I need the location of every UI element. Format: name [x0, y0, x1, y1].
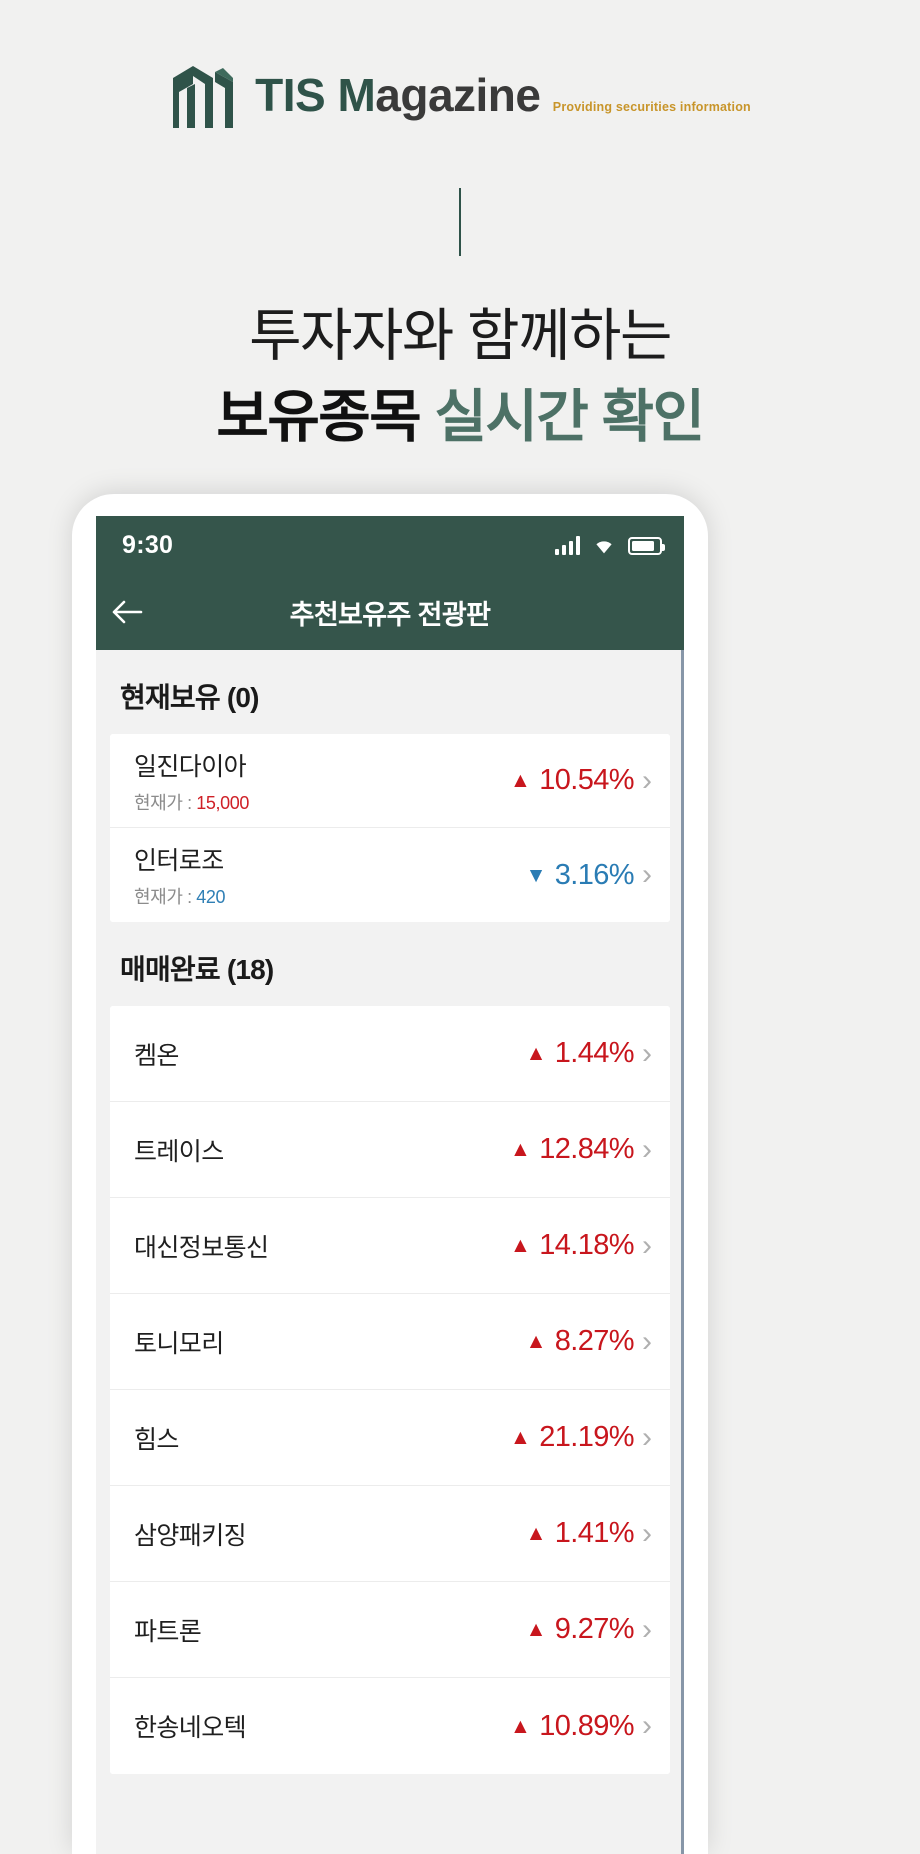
section-title-completed: 매매완료 (18) [120, 954, 274, 985]
hero-headline: 투자자와 함께하는 보유종목 실시간 확인 [0, 300, 920, 454]
status-bar: 9:30 [96, 516, 684, 574]
stock-price-label: 현재가 : [134, 887, 192, 907]
stock-name: 힘스 [134, 1425, 179, 1454]
stock-name: 일진다이아 [134, 752, 247, 781]
stock-name: 대신정보통신 [134, 1233, 269, 1262]
chevron-right-icon[interactable]: › [640, 860, 658, 890]
brand-tagline: Providing securities information [552, 100, 751, 114]
chevron-right-icon[interactable]: › [640, 1614, 658, 1645]
change-percent-value: 1.41% [554, 1517, 635, 1549]
table-row[interactable]: 삼양패키징 ▲ 1.41% › [110, 1486, 670, 1582]
change-percent-value: 10.89% [539, 1709, 634, 1742]
hero-line-2-green: 실시간 확인 [434, 384, 706, 449]
change-percent: ▲ 10.89% [510, 1709, 635, 1743]
tis-building-logo-icon [169, 58, 237, 132]
change-percent: ▲ 8.27% [525, 1325, 635, 1358]
hero-line-2-dark: 보유종목 [216, 384, 421, 449]
section-title-holdings: 현재보유 (0) [120, 682, 259, 713]
brand-name-tis: TIS [255, 69, 326, 121]
brand-name-agazine: agazine [375, 69, 541, 121]
chevron-right-icon[interactable]: › [640, 1134, 658, 1165]
table-row[interactable]: 한송네오텍 ▲ 10.89% › [110, 1678, 670, 1774]
wifi-icon [591, 535, 617, 555]
change-percent-value: 21.19% [539, 1421, 634, 1453]
stock-price-value: 15,000 [196, 792, 249, 813]
stock-price-value: 420 [196, 887, 226, 907]
brand-name-m: M [337, 69, 376, 121]
stock-name: 인터로조 [134, 847, 224, 875]
table-row[interactable]: 대신정보통신 ▲ 14.18% › [110, 1198, 670, 1294]
change-percent-value: 1.44% [554, 1037, 635, 1069]
change-percent-value: 9.27% [554, 1613, 635, 1645]
change-percent: ▲ 1.44% [525, 1037, 635, 1070]
triangle-up-icon: ▲ [525, 1618, 547, 1641]
change-percent-value: 14.18% [539, 1229, 634, 1261]
vertical-divider [459, 188, 461, 256]
stock-name: 파트론 [134, 1617, 202, 1646]
table-row[interactable]: 힘스 ▲ 21.19% › [110, 1390, 670, 1486]
status-icons [554, 535, 665, 555]
stock-price: 현재가 : 15,000 [134, 789, 249, 815]
stock-name: 토니모리 [134, 1329, 224, 1358]
app-bar: 추천보유주 전광판 [96, 574, 684, 650]
holdings-card: 일진다이아 현재가 : 15,000 ▲ 10.54% › 인터로조 현재가:… [110, 734, 670, 922]
triangle-up-icon: ▲ [525, 1042, 547, 1065]
triangle-up-icon: ▲ [510, 1234, 531, 1257]
phone-mockup: 9:30 추천보유주 전광판 현재보유 (0) 일진다이아 현재가: 15,0… [72, 494, 708, 1854]
triangle-up-icon: ▲ [525, 1330, 547, 1353]
change-percent-value: 8.27% [554, 1325, 635, 1357]
table-row[interactable]: 토니모리 ▲ 8.27% › [110, 1294, 670, 1390]
stock-price-label: 현재가 : [134, 792, 192, 813]
change-percent-value: 3.16% [554, 858, 635, 891]
change-percent: ▲ 9.27% [525, 1613, 635, 1646]
table-row[interactable]: 켐온 ▲ 1.44% › [110, 1006, 670, 1102]
table-row[interactable]: 트레이스 ▲ 12.84% › [110, 1102, 670, 1198]
stock-name: 삼양패키징 [134, 1521, 247, 1550]
chevron-right-icon[interactable]: › [640, 765, 658, 796]
back-arrow-icon[interactable] [96, 599, 158, 625]
promo-header: TIS Magazine Providing securities inform… [0, 0, 920, 454]
triangle-up-icon: ▲ [525, 1522, 547, 1545]
stock-name: 켐온 [134, 1041, 179, 1070]
change-percent: ▲ 1.41% [525, 1517, 635, 1550]
chevron-right-icon[interactable]: › [640, 1711, 658, 1741]
chevron-right-icon[interactable]: › [640, 1518, 658, 1549]
triangle-down-icon: ▼ [525, 863, 547, 887]
chevron-right-icon[interactable]: › [640, 1422, 658, 1453]
change-percent-value: 12.84% [539, 1133, 634, 1165]
screen-content: 현재보유 (0) 일진다이아 현재가 : 15,000 ▲ 10.54% › 인… [96, 650, 684, 1854]
change-percent: ▲ 21.19% [510, 1421, 635, 1454]
triangle-up-icon: ▲ [510, 1138, 531, 1161]
phone-screen: 9:30 추천보유주 전광판 현재보유 (0) 일진다이아 현재가: 15,0… [96, 516, 684, 1854]
brand-logo: TIS Magazine Providing securities inform… [0, 58, 920, 132]
triangle-up-icon: ▲ [510, 1714, 531, 1738]
triangle-up-icon: ▲ [510, 1426, 531, 1449]
cellular-signal-icon [554, 536, 580, 555]
change-percent: ▲ 12.84% [510, 1133, 635, 1166]
stock-name: 한송네오텍 [134, 1714, 247, 1742]
change-percent: ▲ 10.54% [510, 764, 635, 797]
completed-card: 켐온 ▲ 1.44% › 트레이스 ▲ 12.84% › 대신정보통신 ▲ 14.18% › 토니모리 ▲… [110, 1006, 670, 1774]
table-row[interactable]: 일진다이아 현재가 : 15,000 ▲ 10.54% › [110, 734, 670, 828]
chevron-right-icon[interactable]: › [640, 1038, 658, 1069]
stock-price: 현재가 : 420 [134, 883, 226, 909]
app-bar-title: 추천보유주 전광판 [289, 599, 491, 630]
table-row[interactable]: 파트론 ▲ 9.27% › [110, 1582, 670, 1678]
change-percent: ▼ 3.16% [525, 858, 635, 892]
hero-line-1: 투자자와 함께하는 [249, 304, 672, 368]
stock-name: 트레이스 [134, 1137, 224, 1166]
chevron-right-icon[interactable]: › [640, 1326, 658, 1357]
status-clock: 9:30 [122, 530, 174, 559]
triangle-up-icon: ▲ [510, 769, 531, 792]
battery-icon [628, 537, 665, 555]
screen-edge-accent [681, 650, 684, 1854]
change-percent: ▲ 14.18% [510, 1229, 635, 1262]
change-percent-value: 10.54% [539, 764, 634, 796]
table-row[interactable]: 인터로조 현재가 : 420 ▼ 3.16% › [110, 828, 670, 922]
brand-wordmark: TIS Magazine Providing securities inform… [255, 72, 751, 118]
chevron-right-icon[interactable]: › [640, 1230, 658, 1261]
